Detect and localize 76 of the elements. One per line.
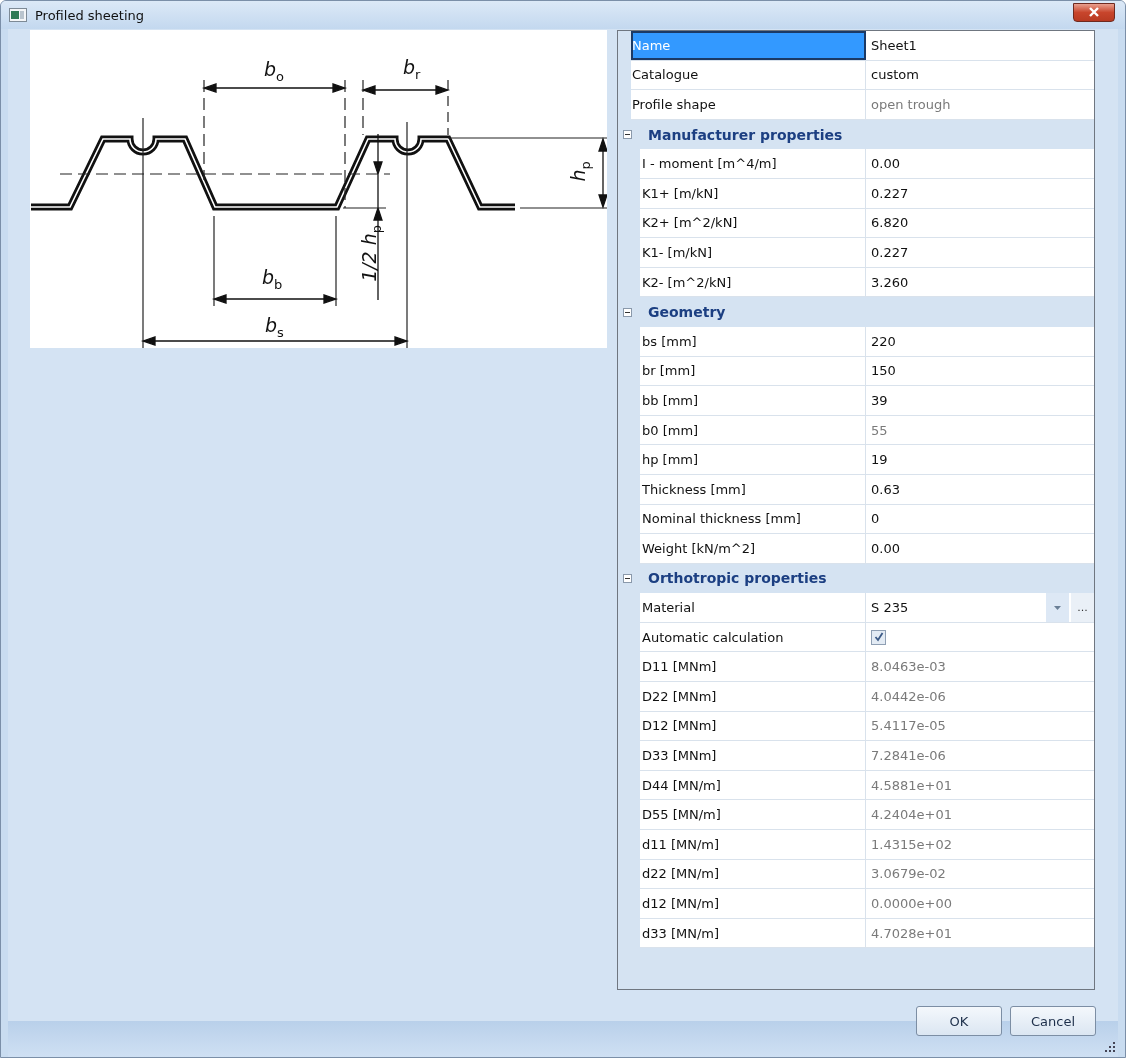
property-label[interactable]: D11 [MNm] — [640, 652, 866, 682]
more-button[interactable]: ... — [1071, 593, 1094, 622]
property-label[interactable]: d22 [MN/m] — [640, 859, 866, 889]
group-header: Orthotropic properties — [648, 570, 827, 587]
resize-grip-icon — [1104, 1041, 1116, 1053]
property-value[interactable]: 55 — [866, 415, 1094, 445]
property-value[interactable]: 4.2404e+01 — [866, 800, 1094, 830]
dialog-button[interactable]: Cancel — [1010, 1006, 1096, 1036]
collapse-toggle[interactable] — [621, 305, 634, 319]
property-value[interactable]: 5.4117e-05 — [866, 711, 1094, 741]
property-value[interactable]: 4.0442e-06 — [866, 682, 1094, 711]
dimension-label: b$_{o}$ — [264, 60, 285, 83]
property-label[interactable]: D44 [MN/m] — [640, 770, 866, 800]
property-value[interactable]: 0.00 — [866, 149, 1094, 178]
property-value[interactable]: 4.7028e+01 — [866, 918, 1094, 948]
property-value[interactable]: 3.260 — [866, 267, 1094, 297]
property-value[interactable]: 0.63 — [866, 474, 1094, 504]
property-label[interactable]: d12 [MN/m] — [640, 889, 866, 918]
property-value[interactable]: 39 — [866, 386, 1094, 415]
property-label[interactable]: br [mm] — [640, 356, 866, 386]
property-value[interactable]: 4.5881e+01 — [866, 770, 1094, 800]
group-header: Manufacturer properties — [648, 126, 843, 143]
collapse-toggle[interactable] — [621, 572, 634, 585]
property-label[interactable]: d11 [MN/m] — [640, 830, 866, 859]
property-label[interactable]: bb [mm] — [640, 386, 866, 415]
property-label[interactable]: bs [mm] — [640, 326, 866, 356]
dimension-label: b$_{s}$ — [265, 316, 284, 339]
property-value[interactable]: 0.00 — [866, 534, 1094, 563]
dimension-label: b$_{b}$ — [262, 268, 283, 291]
property-value[interactable]: 6.820 — [866, 208, 1094, 238]
dimension-arrow — [598, 138, 607, 208]
property-value[interactable]: 0.227 — [866, 178, 1094, 208]
group-header: Geometry — [648, 304, 726, 321]
property-value[interactable]: 3.0679e-02 — [866, 859, 1094, 889]
property-value[interactable]: Sheet1 — [866, 31, 1094, 60]
property-label[interactable]: Nominal thickness [mm] — [640, 504, 866, 534]
check-icon — [873, 632, 884, 643]
property-value[interactable]: 8.0463e-03 — [866, 652, 1094, 682]
property-label[interactable]: b0 [mm] — [640, 415, 866, 445]
property-label[interactable]: Weight [kN/m^2] — [640, 534, 866, 563]
property-label[interactable]: Thickness [mm] — [640, 474, 866, 504]
property-label[interactable]: D33 [MNm] — [640, 741, 866, 770]
property-label[interactable]: Catalogue — [631, 60, 866, 90]
property-label[interactable]: K1+ [m/kN] — [640, 178, 866, 208]
property-label[interactable]: D22 [MNm] — [640, 682, 866, 711]
close-icon — [1087, 7, 1101, 17]
dimension-label: b$_{r}$ — [403, 58, 421, 81]
collapse-toggle[interactable] — [621, 128, 634, 142]
extension-line — [362, 79, 364, 136]
property-value[interactable]: 0.0000e+00 — [866, 889, 1094, 918]
property-label[interactable]: D12 [MNm] — [640, 711, 866, 741]
window-icon — [9, 8, 27, 22]
property-label[interactable]: Profile shape — [631, 90, 866, 119]
property-value[interactable]: open trough — [866, 90, 1094, 119]
property-value[interactable]: custom — [866, 60, 1094, 90]
property-label[interactable]: I - moment [m^4/m] — [640, 149, 866, 178]
caret-icon — [1054, 605, 1061, 610]
property-label[interactable]: K1- [m/kN] — [640, 238, 866, 267]
property-value[interactable]: 7.2841e-06 — [866, 741, 1094, 770]
property-label[interactable]: d33 [MN/m] — [640, 918, 866, 948]
dialog-button[interactable]: OK — [916, 1006, 1002, 1036]
close-button[interactable] — [1073, 2, 1115, 22]
property-value[interactable]: 1.4315e+02 — [866, 830, 1094, 859]
property-value[interactable]: 0 — [866, 504, 1094, 534]
property-label[interactable]: K2+ [m^2/kN] — [640, 208, 866, 238]
property-label[interactable]: Material — [640, 593, 866, 622]
property-label[interactable]: hp [mm] — [640, 445, 866, 474]
property-label[interactable]: K2- [m^2/kN] — [640, 267, 866, 297]
checkbox[interactable] — [871, 629, 886, 645]
property-value[interactable]: S 235 — [871, 600, 909, 616]
property-value[interactable]: 220 — [866, 326, 1094, 356]
property-label[interactable]: D55 [MN/m] — [640, 800, 866, 830]
property-value[interactable]: 19 — [866, 445, 1094, 474]
property-value[interactable]: 0.227 — [866, 238, 1094, 267]
property-value[interactable]: 150 — [866, 356, 1094, 386]
window-title: Profiled sheeting — [35, 7, 145, 23]
